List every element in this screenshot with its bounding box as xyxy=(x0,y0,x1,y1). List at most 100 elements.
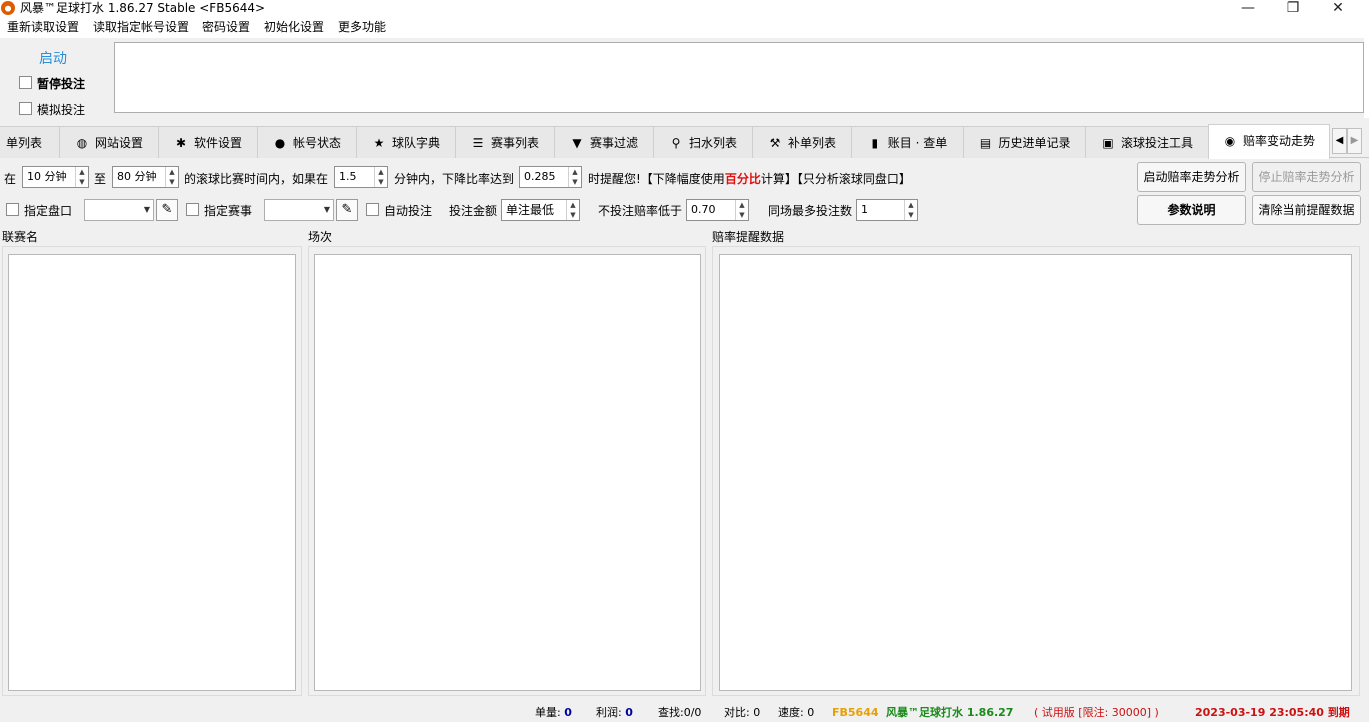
stop-analysis-button[interactable]: 停止赔率走势分析 xyxy=(1252,162,1361,192)
clear-alerts-button[interactable]: 清除当前提醒数据 xyxy=(1252,195,1361,225)
query-value: 0/0 xyxy=(683,706,702,719)
tab-accounts[interactable]: ▮ 账目 · 查单 xyxy=(851,126,964,158)
simulate-bet-checkbox[interactable] xyxy=(19,102,32,115)
tab-scroll-left-icon[interactable]: ◀ xyxy=(1332,128,1347,154)
filter-icon: ▼ xyxy=(572,136,582,150)
spinner-arrows-icon[interactable]: ▲ ▼ xyxy=(374,167,387,187)
spinner-arrows-icon[interactable]: ▲ ▼ xyxy=(904,200,917,220)
spinner-arrows-icon[interactable]: ▲ ▼ xyxy=(735,200,748,220)
label-drop-text: 分钟内，下降比率达到 xyxy=(394,172,515,186)
specify-market-checkbox[interactable] xyxy=(6,203,19,216)
orders-status: 单量: 0 xyxy=(535,704,572,722)
spinner-arrows-icon[interactable]: ▲ ▼ xyxy=(568,167,581,187)
pause-bet-checkbox[interactable] xyxy=(19,76,32,89)
gear-icon: ✱ xyxy=(175,136,187,150)
alert-text-prefix: 时提醒您!【下降幅度使用 xyxy=(588,172,725,186)
auto-bet-checkbox[interactable] xyxy=(366,203,379,216)
orders-label: 单量: xyxy=(535,706,561,719)
from-minute-value: 10 分钟 xyxy=(27,170,67,183)
profit-value: 0 xyxy=(625,706,633,719)
start-button[interactable]: 启动 xyxy=(39,48,67,68)
alert-text-suffix: 计算】【只分析滚球同盘口】 xyxy=(760,172,911,186)
star-icon: ★ xyxy=(373,136,385,150)
tab-orders[interactable]: 单列表 xyxy=(0,126,60,158)
menu-load-account-settings[interactable]: 读取指定帐号设置 xyxy=(86,17,196,38)
to-minute-value: 80 分钟 xyxy=(117,170,157,183)
tab-label: 网站设置 xyxy=(94,136,143,150)
tab-label: 赛事过滤 xyxy=(589,136,638,150)
tab-label: 赛事列表 xyxy=(490,136,539,150)
bet-amount-spinner[interactable]: 单注最低 ▲ ▼ xyxy=(501,199,580,221)
speed-value: 0 xyxy=(807,706,815,719)
alerts-list[interactable] xyxy=(719,254,1352,691)
spinner-arrows-icon[interactable]: ▲ ▼ xyxy=(165,167,178,187)
tab-team-dictionary[interactable]: ★ 球队字典 xyxy=(356,126,456,158)
close-button[interactable]: ✕ xyxy=(1315,0,1361,17)
max-bets-spinner[interactable]: 1 ▲ ▼ xyxy=(856,199,918,221)
start-analysis-button[interactable]: 启动赔率走势分析 xyxy=(1137,162,1246,192)
spinner-arrows-icon[interactable]: ▲ ▼ xyxy=(566,200,579,220)
tab-history[interactable]: ▤ 历史进单记录 xyxy=(963,126,1086,158)
tab-label: 单列表 xyxy=(5,136,42,150)
params-help-button[interactable]: 参数说明 xyxy=(1137,195,1246,225)
tab-odds-trend[interactable]: ◉ 赔率变动走势 xyxy=(1208,124,1330,159)
menu-init-settings[interactable]: 初始化设置 xyxy=(257,17,331,38)
tab-label: 历史进单记录 xyxy=(998,136,1071,150)
tab-event-list[interactable]: ☰ 赛事列表 xyxy=(455,126,555,158)
drop-rate-spinner[interactable]: 0.285 ▲ ▼ xyxy=(519,166,582,188)
tab-scroll-right-icon[interactable]: ▶ xyxy=(1347,128,1362,154)
match-list[interactable] xyxy=(314,254,701,691)
tab-label: 扫水列表 xyxy=(688,136,737,150)
label-time-range-text: 的滚球比赛时间内，如果在 xyxy=(184,172,329,186)
min-odds-spinner[interactable]: 0.70 ▲ ▼ xyxy=(686,199,749,221)
speed-status: 速度: 0 xyxy=(778,704,814,722)
alerts-column-header: 赔率提醒数据 xyxy=(712,230,785,244)
log-textarea[interactable] xyxy=(114,42,1364,113)
expiry-date: 2023-03-19 23:05:40 到期 xyxy=(1195,706,1350,719)
menu-password-settings[interactable]: 密码设置 xyxy=(195,17,257,38)
account-id: FB5644 xyxy=(832,706,879,719)
tab-site-settings[interactable]: ◍ 网站设置 xyxy=(59,126,159,158)
simulate-bet-label: 模拟投注 xyxy=(37,103,86,117)
log-scroll-edge xyxy=(1364,38,1369,118)
tab-label: 帐号状态 xyxy=(292,136,341,150)
edit-event-pencil-icon[interactable]: ✎ xyxy=(336,199,358,221)
minimize-button[interactable]: — xyxy=(1225,0,1271,17)
to-minute-spinner[interactable]: 80 分钟 ▲ ▼ xyxy=(112,166,179,188)
max-bets-value: 1 xyxy=(861,203,868,216)
profit-label: 利润: xyxy=(596,706,622,719)
match-column-header: 场次 xyxy=(308,230,333,244)
globe-icon: ◍ xyxy=(76,136,88,150)
specify-event-label: 指定赛事 xyxy=(204,204,253,218)
tab-account-status[interactable]: ● 帐号状态 xyxy=(257,126,357,158)
tab-supplement-list[interactable]: ⚒ 补单列表 xyxy=(752,126,852,158)
league-list[interactable] xyxy=(8,254,296,691)
menu-more-functions[interactable]: 更多功能 xyxy=(331,17,393,38)
list-icon: ☰ xyxy=(472,136,484,150)
spinner-arrows-icon[interactable]: ▲ ▼ xyxy=(75,167,88,187)
menu-reload-settings[interactable]: 重新读取设置 xyxy=(0,17,86,38)
ratio-label: 对比: xyxy=(724,706,750,719)
user-icon: ● xyxy=(274,136,286,150)
tab-event-filter[interactable]: ▼ 赛事过滤 xyxy=(554,126,654,158)
edit-market-pencil-icon[interactable]: ✎ xyxy=(156,199,178,221)
within-minutes-spinner[interactable]: 1.5 ▲ ▼ xyxy=(334,166,388,188)
trial-info: ( 试用版 [限注: 30000] ) xyxy=(1034,706,1159,719)
tab-software-settings[interactable]: ✱ 软件设置 xyxy=(158,126,258,158)
title-bar: 风暴™足球打水 1.86.27 Stable <FB5644> — ❐ ✕ xyxy=(0,0,1369,17)
app-logo-icon xyxy=(1,1,15,15)
maximize-button[interactable]: ❐ xyxy=(1270,0,1316,17)
specify-event-checkbox[interactable] xyxy=(186,203,199,216)
from-minute-spinner[interactable]: 10 分钟 ▲ ▼ xyxy=(22,166,89,188)
tab-scan-list[interactable]: ⚲ 扫水列表 xyxy=(653,126,753,158)
ratio-status: 对比: 0 xyxy=(724,704,760,722)
market-select[interactable]: ▼ xyxy=(84,199,154,221)
league-column-header: 联赛名 xyxy=(2,230,39,244)
tab-live-bet-tool[interactable]: ▣ 滚球投注工具 xyxy=(1085,126,1209,158)
profit-status: 利润: 0 xyxy=(596,704,633,722)
alert-description: 时提醒您!【下降幅度使用百分比计算】【只分析滚球同盘口】 xyxy=(588,170,911,187)
app-name-version: 风暴™足球打水 1.86.27 xyxy=(886,706,1014,719)
event-select[interactable]: ▼ xyxy=(264,199,334,221)
tab-label: 球队字典 xyxy=(391,136,440,150)
window-title: 风暴™足球打水 1.86.27 Stable <FB5644> xyxy=(20,1,266,15)
